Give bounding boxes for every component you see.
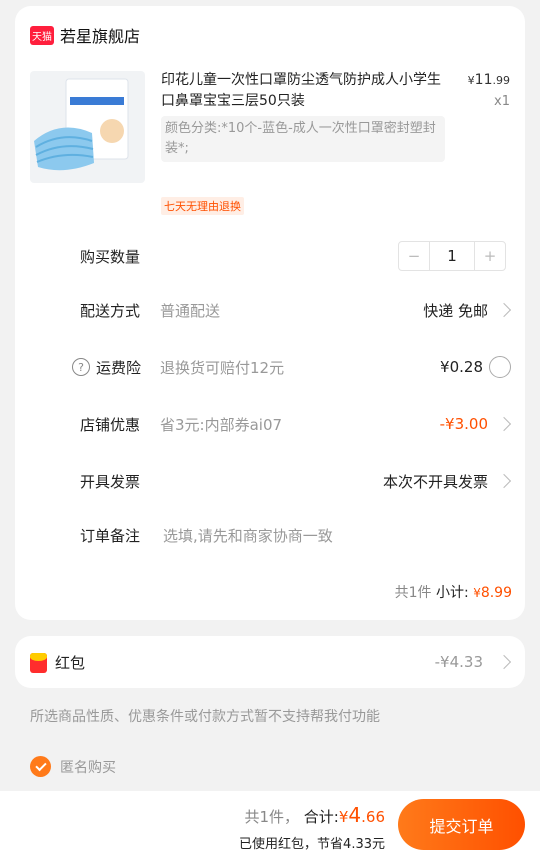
return-policy-tag: 七天无理由退换 [161,197,244,215]
order-card: 天猫 若星旗舰店 印花儿童一次性口罩防尘透气防护成人小学生口鼻罩宝宝三层50只装… [15,6,525,620]
delivery-row[interactable]: 配送方式 普通配送 快递 免邮 [15,295,525,325]
mask-package-image [34,78,129,171]
note-label: 订单备注 [80,526,141,545]
price-symbol: ¥ [467,74,475,87]
total-count: 共1件， [244,808,300,826]
discount-sub: 省3元:内部券ai07 [160,415,283,434]
invoice-row[interactable]: 开具发票 本次不开具发票 [15,466,525,496]
store-discount-row[interactable]: 店铺优惠 省3元:内部券ai07 -¥3.00 [15,409,525,439]
store-name[interactable]: 若星旗舰店 [60,23,140,47]
order-note-input[interactable]: 选填,请先和商家协商一致 [163,525,333,546]
anonymous-purchase[interactable]: 匿名购买 [30,756,116,777]
total-amount: ¥4.66 [338,803,385,827]
total-label: 合计: [303,808,339,826]
insurance-sub: 退换货可赔付12元 [160,358,285,377]
checkbox-checked-icon[interactable] [30,756,51,777]
insurance-radio[interactable] [489,356,511,378]
chevron-right-icon [496,302,512,318]
delivery-value: 快递 免邮 [423,301,488,320]
insurance-label: 运费险 [96,358,142,377]
subtotal-label: 小计: [436,585,469,601]
product-price: ¥11.99 [468,72,510,88]
red-packet-icon [30,653,47,673]
product-quantity: x1 [494,94,510,109]
subtotal-amount: ¥8.99 [473,585,512,601]
decrement-button[interactable]: − [399,242,429,270]
anonymous-label: 匿名购买 [60,759,116,776]
quantity-value[interactable]: 1 [429,242,475,270]
product-title[interactable]: 印花儿童一次性口罩防尘透气防护成人小学生口鼻罩宝宝三层50只装 [161,70,451,112]
savings-text: 已使用红包，节省4.33元 [239,837,385,852]
product-spec: 颜色分类:*10个-蓝色-成人一次性口罩密封塑封装*; [161,116,445,162]
quantity-label: 购买数量 [80,247,141,266]
help-icon[interactable]: ? [72,358,90,376]
checkout-bar: 共1件， 合计:¥4.66 已使用红包，节省4.33元 提交订单 [0,791,540,859]
chevron-right-icon [496,416,512,432]
insurance-row: ? 运费险 退换货可赔付12元 ¥0.28 [15,352,525,382]
red-packet-label: 红包 [55,654,86,672]
chevron-right-icon [496,654,512,670]
invoice-value: 本次不开具发票 [382,472,488,491]
price-int: 11 [474,72,493,88]
delivery-sub: 普通配送 [160,301,221,320]
quantity-row: 购买数量 − 1 + [15,241,525,271]
chevron-right-icon [496,473,512,489]
red-packet-row[interactable]: 红包 -¥4.33 [15,636,525,688]
tmall-logo-icon: 天猫 [30,25,54,45]
subtotal: 共1件 小计: ¥8.99 [395,582,512,602]
insurance-price: ¥0.28 [440,358,483,376]
product-image[interactable] [30,71,145,183]
discount-label: 店铺优惠 [80,415,141,434]
discount-value: -¥3.00 [439,415,488,433]
price-dec: .99 [492,74,511,87]
invoice-label: 开具发票 [80,472,141,491]
increment-button[interactable]: + [475,242,505,270]
submit-order-button[interactable]: 提交订单 [398,799,525,850]
red-packet-value: -¥4.33 [434,653,483,671]
delivery-label: 配送方式 [80,301,141,320]
store-header[interactable]: 天猫 若星旗舰店 [30,24,140,46]
subtotal-count: 共1件 [394,585,432,601]
order-note-row: 订单备注 选填,请先和商家协商一致 [15,520,525,550]
order-total: 共1件， 合计:¥4.66 [244,803,385,827]
pay-for-me-notice: 所选商品性质、优惠条件或付款方式暂不支持帮我付功能 [30,709,380,725]
quantity-stepper: − 1 + [398,241,506,271]
